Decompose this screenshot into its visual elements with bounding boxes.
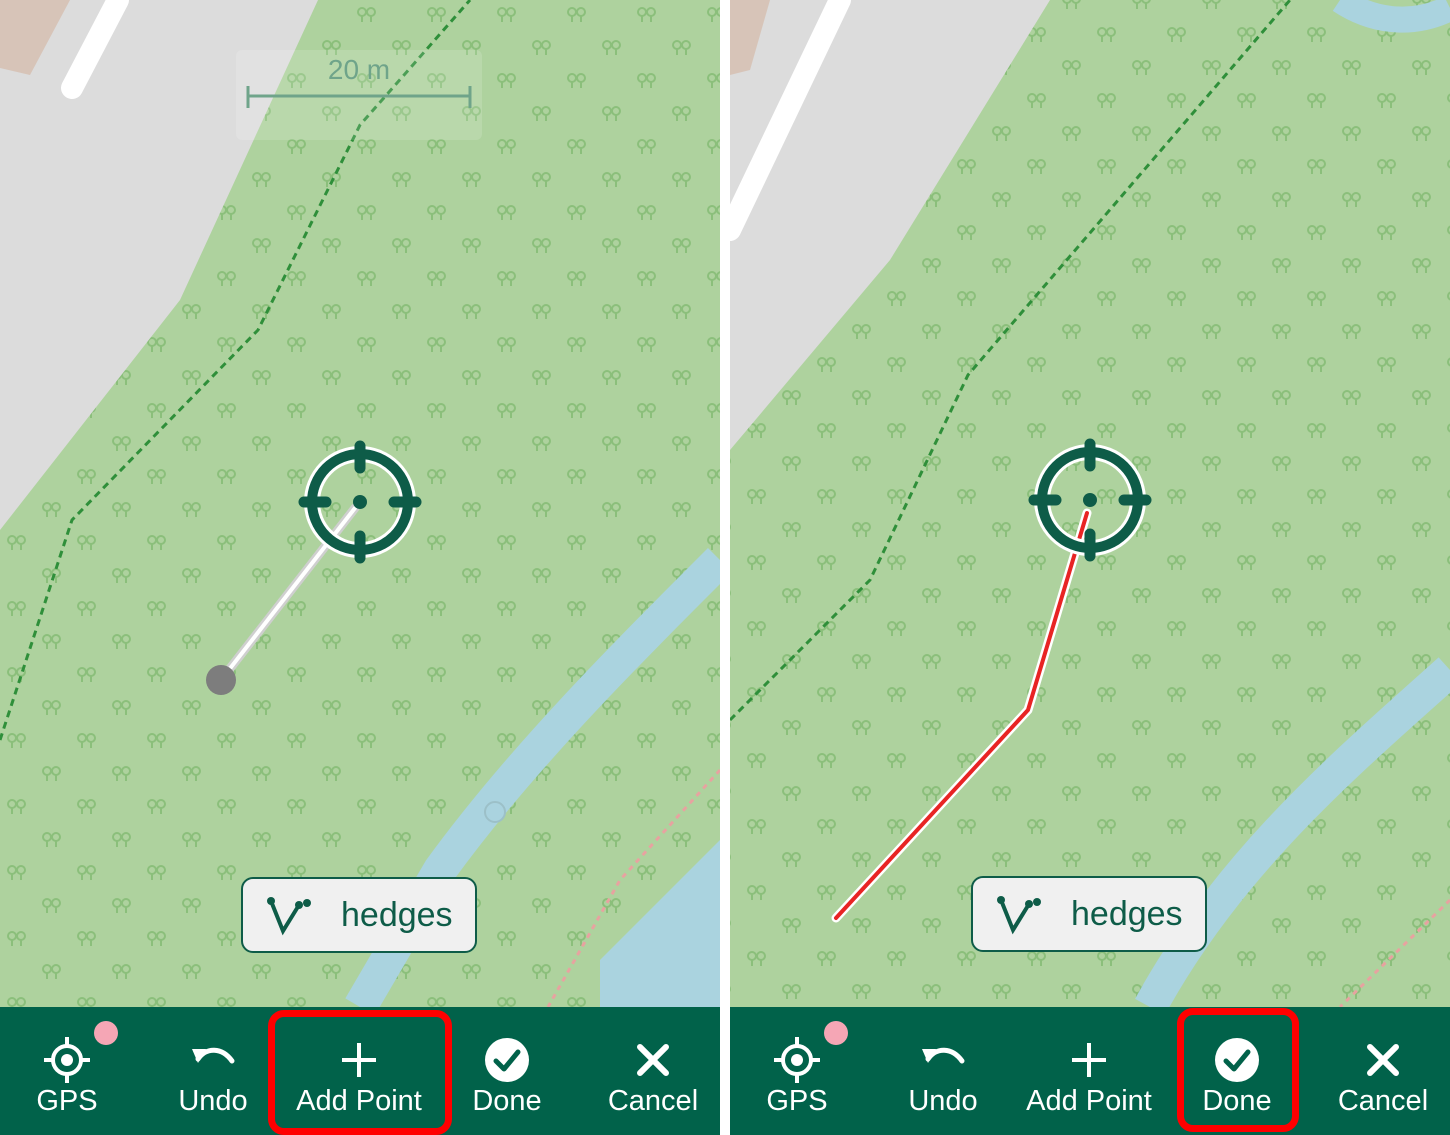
layer-chip[interactable]: hedges: [241, 877, 477, 953]
crosshair-icon: [1028, 438, 1152, 562]
cancel-label: Cancel: [607, 1085, 699, 1117]
close-icon: [637, 1044, 669, 1076]
scale-ruler: [246, 86, 472, 108]
cancel-button[interactable]: Cancel: [1308, 1007, 1450, 1135]
toolbar: GPS Undo Add Point Done Cancel: [730, 1007, 1450, 1135]
gps-label: GPS: [36, 1085, 98, 1117]
map-view[interactable]: [0, 0, 720, 1007]
undo-label: Undo: [178, 1085, 248, 1117]
polyline-icon: [267, 897, 311, 936]
vertex-point: [206, 665, 236, 695]
add-point-button[interactable]: Add Point: [1014, 1007, 1164, 1135]
layer-chip[interactable]: hedges: [971, 876, 1207, 952]
left-screen: 20 m hedges GPS Undo Add Point Done Canc…: [0, 0, 720, 1135]
add-point-label: Add Point: [1026, 1085, 1152, 1117]
map-view[interactable]: [730, 0, 1450, 1007]
divider: [720, 0, 730, 1135]
polyline-icon: [997, 896, 1041, 935]
gps-button[interactable]: GPS: [730, 1007, 872, 1135]
done-label: Done: [472, 1085, 542, 1117]
check-circle-icon: [485, 1038, 529, 1082]
plus-icon: [1072, 1043, 1106, 1077]
scale-bar: 20 m: [236, 50, 482, 140]
undo-button[interactable]: Undo: [138, 1007, 288, 1135]
gps-target-icon: [774, 1037, 820, 1083]
gps-status-dot: [824, 1021, 848, 1045]
undo-icon: [922, 1047, 965, 1064]
layer-name: hedges: [341, 895, 453, 934]
undo-label: Undo: [908, 1085, 978, 1117]
undo-button[interactable]: Undo: [868, 1007, 1018, 1135]
crosshair-icon: [298, 440, 422, 564]
gps-button[interactable]: GPS: [0, 1007, 142, 1135]
gps-status-dot: [94, 1021, 118, 1045]
highlight-add-point: [268, 1010, 452, 1135]
gps-target-icon: [44, 1037, 90, 1083]
undo-icon: [192, 1047, 235, 1064]
cancel-label: Cancel: [1337, 1085, 1429, 1117]
right-screen: hedges GPS Undo Add Point Done Cancel: [730, 0, 1450, 1135]
done-button[interactable]: Done: [432, 1007, 582, 1135]
highlight-done: [1177, 1008, 1299, 1132]
layer-name: hedges: [1071, 894, 1183, 933]
close-icon: [1367, 1044, 1399, 1076]
gps-label: GPS: [766, 1085, 828, 1117]
cancel-button[interactable]: Cancel: [578, 1007, 720, 1135]
